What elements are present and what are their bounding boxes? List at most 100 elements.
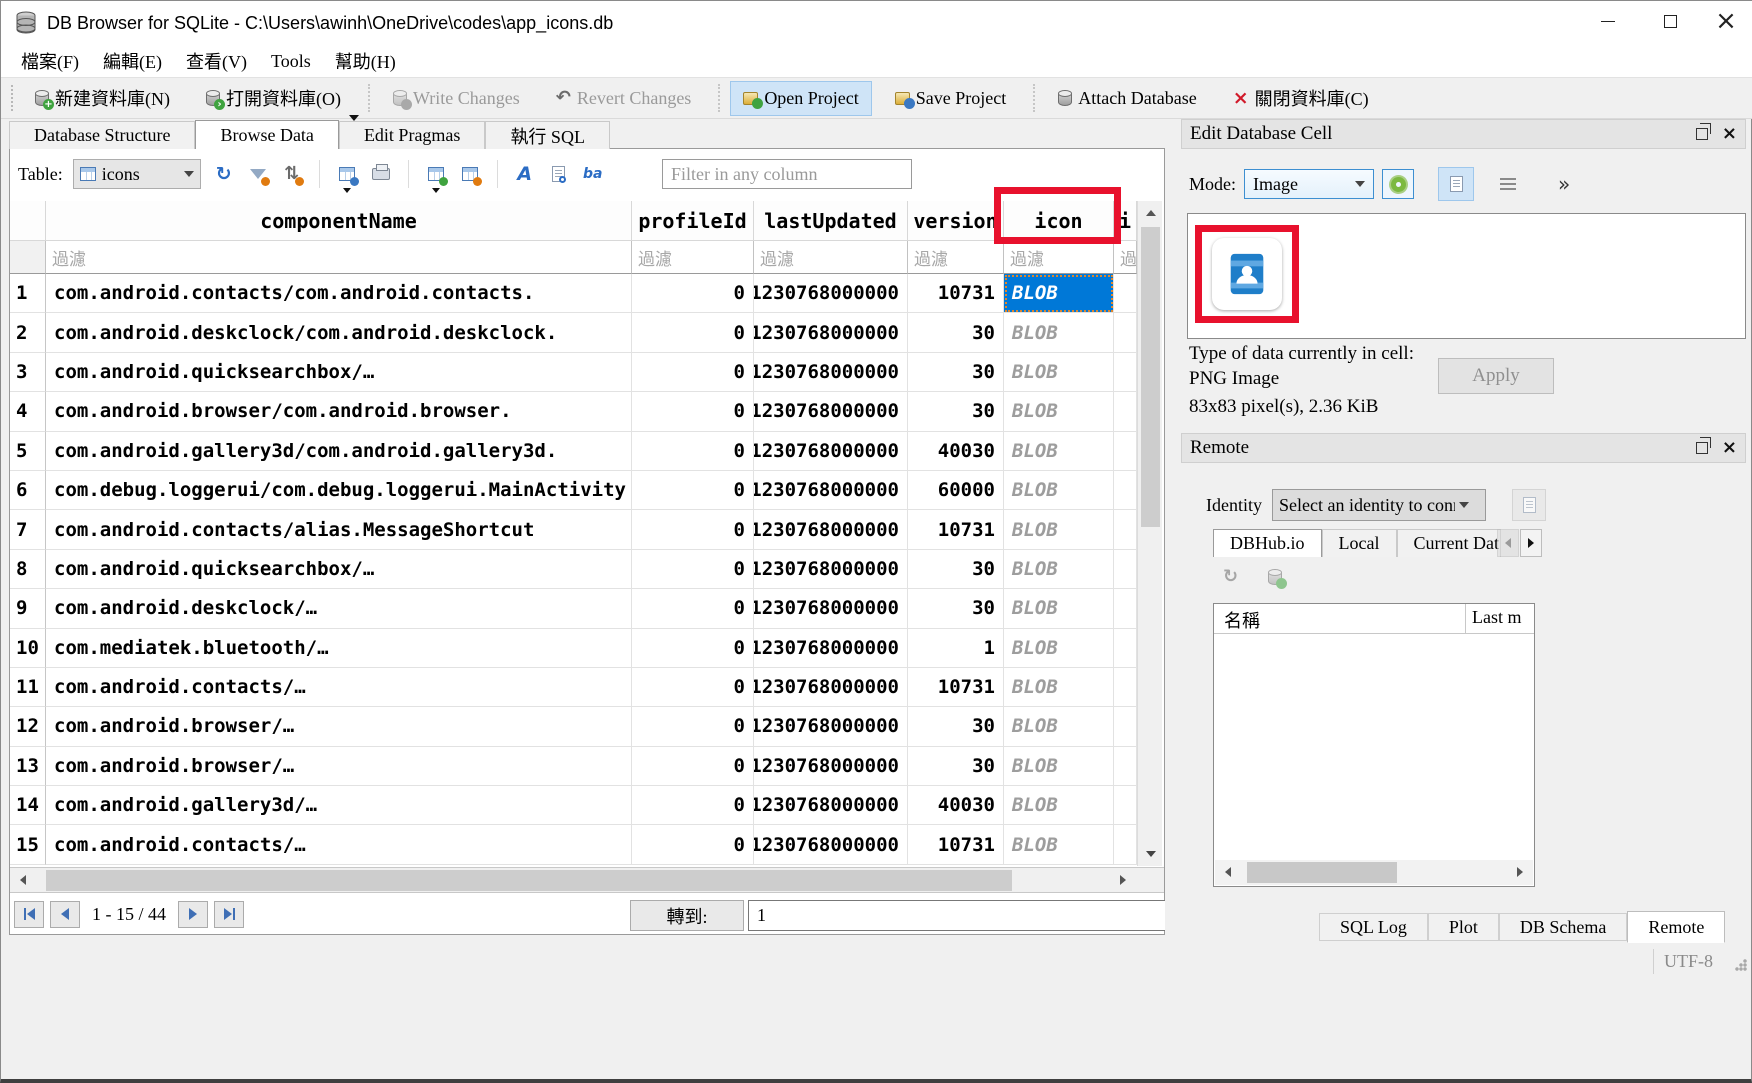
text-view-button[interactable] [1438,167,1474,201]
cell-version[interactable]: 60000 [908,471,1004,510]
cell-profileId[interactable]: 0 [632,825,754,864]
reload-table-icon[interactable]: ↻ [211,161,237,187]
cell-profileId[interactable]: 0 [632,668,754,707]
cell-i[interactable] [1114,471,1137,510]
refresh-icon[interactable]: ↻ [1223,567,1238,587]
remote-scroll-thumb[interactable] [1247,862,1397,883]
cell-lastUpdated[interactable]: 1230768000000 [754,510,908,549]
cell-version[interactable]: 30 [908,747,1004,786]
row-number[interactable]: 5 [10,432,46,471]
dropdown-arrow-icon[interactable] [432,188,440,193]
open-database-button[interactable]: ›打開資料庫(O) [193,78,354,118]
cell-lastUpdated[interactable]: 1230768000000 [754,274,908,313]
cell-componentName[interactable]: com.android.gallery3d/com.android.galler… [46,432,632,471]
cell-icon[interactable]: BLOB [1004,313,1114,352]
cell-i[interactable] [1114,589,1137,628]
maximize-button[interactable] [1645,1,1695,41]
cell-icon[interactable]: BLOB [1004,707,1114,746]
column-header-profileId[interactable]: profileId [632,201,754,241]
cell-componentName[interactable]: com.android.deskclock/com.android.deskcl… [46,313,632,352]
cell-version[interactable]: 40030 [908,786,1004,825]
clear-filters-icon[interactable] [245,161,271,187]
cell-icon[interactable]: BLOB [1004,432,1114,471]
push-database-button[interactable] [1512,489,1546,521]
menu-item[interactable]: 幫助(H) [323,45,408,77]
scroll-left-button[interactable] [10,868,36,892]
cell-profileId[interactable]: 0 [632,432,754,471]
toolbar-handle[interactable] [11,85,16,111]
save-project-button[interactable]: Save Project [882,81,1019,116]
cell-icon[interactable]: BLOB [1004,510,1114,549]
clear-sorting-icon[interactable]: ⇅ [279,161,305,187]
cell-componentName[interactable]: com.android.quicksearchbox/… [46,353,632,392]
cell-componentName[interactable]: com.mediatek.bluetooth/… [46,629,632,668]
filter-input-componentName[interactable]: 過濾 [46,241,632,274]
panel-splitter[interactable] [1165,119,1181,949]
cell-icon[interactable]: BLOB [1004,668,1114,707]
row-number[interactable]: 10 [10,629,46,668]
save-table-icon[interactable] [334,161,360,187]
cell-profileId[interactable]: 0 [632,786,754,825]
filter-input-i[interactable]: 過濾 [1114,241,1137,274]
cell-i[interactable] [1114,629,1137,668]
dock-tab-sql-log[interactable]: SQL Log [1319,913,1428,941]
tab-scroll-right-button[interactable] [1520,529,1542,557]
cell-icon[interactable]: BLOB [1004,825,1114,864]
cell-i[interactable] [1114,550,1137,589]
dock-tab-db-schema[interactable]: DB Schema [1499,913,1627,941]
menu-item[interactable]: Tools [259,48,323,75]
cell-version[interactable]: 10731 [908,825,1004,864]
cell-i[interactable] [1114,747,1137,786]
filter-input-profileId[interactable]: 過濾 [632,241,754,274]
cell-icon[interactable]: BLOB [1004,629,1114,668]
cell-lastUpdated[interactable]: 1230768000000 [754,471,908,510]
clone-database-icon[interactable] [1268,570,1282,585]
scroll-down-button[interactable] [1138,842,1163,866]
cell-i[interactable] [1114,353,1137,392]
cell-profileId[interactable]: 0 [632,313,754,352]
float-panel-icon[interactable] [1696,442,1708,454]
tab-edit-pragmas[interactable]: Edit Pragmas [339,121,486,149]
row-number[interactable]: 11 [10,668,46,707]
tab-database-structure[interactable]: Database Structure [9,121,195,149]
find-in-table-icon[interactable] [546,161,572,187]
cell-lastUpdated[interactable]: 1230768000000 [754,825,908,864]
cell-version[interactable]: 30 [908,707,1004,746]
cell-profileId[interactable]: 0 [632,589,754,628]
menu-item[interactable]: 查看(V) [174,45,259,77]
scroll-up-button[interactable] [1138,201,1163,225]
cell-lastUpdated[interactable]: 1230768000000 [754,353,908,392]
cell-componentName[interactable]: com.android.browser/… [46,707,632,746]
cell-componentName[interactable]: com.android.gallery3d/… [46,786,632,825]
row-number[interactable]: 4 [10,392,46,431]
cell-profileId[interactable]: 0 [632,353,754,392]
cell-lastUpdated[interactable]: 1230768000000 [754,747,908,786]
revert-changes-button[interactable]: ↶Revert Changes [543,81,705,116]
goto-button[interactable]: 轉到: [630,900,744,931]
row-number[interactable]: 6 [10,471,46,510]
cell-lastUpdated[interactable]: 1230768000000 [754,392,908,431]
cell-icon[interactable]: BLOB [1004,589,1114,628]
last-record-button[interactable] [214,901,244,928]
cell-componentName[interactable]: com.android.contacts/alias.MessageShortc… [46,510,632,549]
filter-input-version[interactable]: 過濾 [908,241,1004,274]
cell-icon[interactable]: BLOB [1004,274,1114,313]
remote-tab-dbhub-io[interactable]: DBHub.io [1213,529,1322,557]
row-number[interactable]: 15 [10,825,46,864]
horizontal-scrollbar[interactable] [10,867,1164,893]
cell-profileId[interactable]: 0 [632,510,754,549]
cell-profileId[interactable]: 0 [632,707,754,746]
cell-componentName[interactable]: com.android.deskclock/… [46,589,632,628]
cell-lastUpdated[interactable]: 1230768000000 [754,589,908,628]
close-panel-icon[interactable]: × [1722,441,1737,455]
insert-record-icon[interactable] [423,161,449,187]
cell-lastUpdated[interactable]: 1230768000000 [754,550,908,589]
cell-profileId[interactable]: 0 [632,274,754,313]
column-header-icon[interactable]: icon [1004,201,1114,241]
cell-icon[interactable]: BLOB [1004,550,1114,589]
cell-version[interactable]: 30 [908,589,1004,628]
vertical-scrollbar[interactable] [1137,201,1162,866]
cell-i[interactable] [1114,825,1137,864]
row-number[interactable]: 8 [10,550,46,589]
cell-version[interactable]: 10731 [908,510,1004,549]
